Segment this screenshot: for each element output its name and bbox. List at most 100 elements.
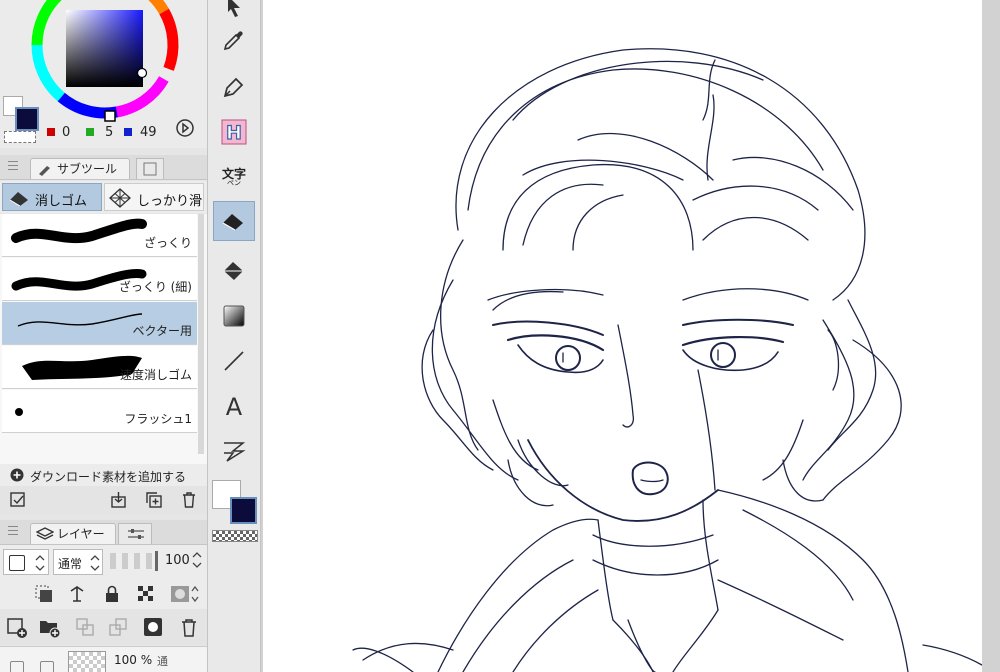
- balloon-icon: [224, 442, 246, 462]
- decoration-icon: H: [221, 119, 247, 145]
- layer-thumbnail: [68, 651, 106, 672]
- text-pen-icon: 文字 ペン: [222, 168, 246, 187]
- tab-layer-property[interactable]: [118, 523, 152, 544]
- tab-layer[interactable]: レイヤー: [30, 523, 116, 544]
- transfer-layer-icon[interactable]: [108, 617, 130, 639]
- text-pen-sublabel: ペン: [226, 178, 241, 187]
- mask-icon[interactable]: [170, 584, 200, 604]
- add-circle-icon: [10, 468, 24, 482]
- text-a-icon: A: [226, 393, 243, 419]
- layer-type-icon: [9, 555, 25, 571]
- chevron-updown-icon: [90, 555, 100, 571]
- eraser-icon: [222, 214, 243, 231]
- brush-label: ざっくり: [143, 236, 192, 250]
- tool-eyedropper[interactable]: [213, 20, 255, 60]
- brush-label: フラッシュ1: [124, 412, 192, 426]
- tool-text[interactable]: A: [213, 386, 255, 426]
- left-panel: 0 5 49 サブツール 消しゴム しっかり滑 ざっくり ざっくり (細) ベク…: [0, 0, 208, 672]
- line-icon: [224, 351, 244, 371]
- subtool-settings-icon[interactable]: [9, 491, 27, 509]
- layer-type-select[interactable]: [3, 549, 49, 575]
- pen-icon: [223, 77, 244, 98]
- text-pen-label: 文字: [221, 166, 246, 181]
- tool-text-pen[interactable]: 文字 ペン: [213, 157, 255, 197]
- lock-transparency-icon[interactable]: [137, 585, 155, 603]
- lock-icon[interactable]: [103, 585, 121, 603]
- eyedropper-icon: [223, 31, 243, 51]
- blue-indicator: [124, 128, 132, 136]
- brush-icon: [39, 166, 50, 176]
- toolbar-transparent-color[interactable]: [212, 530, 258, 542]
- layer-mode-label: 通: [157, 655, 168, 668]
- eraser-icon: [9, 192, 28, 206]
- tool-eraser[interactable]: [213, 201, 255, 241]
- tool-fill[interactable]: [213, 251, 255, 291]
- tool-gradient[interactable]: [213, 296, 255, 336]
- import-icon[interactable]: [110, 491, 128, 509]
- layer-opacity-label: 100 %: [114, 653, 153, 667]
- crosshatch-icon: [109, 188, 131, 208]
- tab-subtool-detail[interactable]: [136, 158, 164, 179]
- reference-layer-icon[interactable]: [68, 585, 86, 603]
- tab-subtool[interactable]: サブツール: [30, 158, 130, 179]
- chevron-updown-icon: [35, 555, 45, 571]
- layer-visibility-toggle[interactable]: [10, 661, 24, 672]
- panel-grip-icon[interactable]: [8, 161, 18, 170]
- blend-mode-label: 通常: [58, 557, 83, 571]
- tool-palette: H 文字 ペン A: [208, 0, 261, 672]
- add-download-label: ダウンロード素材を追加する: [30, 470, 187, 484]
- new-raster-layer-icon[interactable]: [6, 617, 28, 639]
- delete-layer-icon[interactable]: [179, 617, 199, 639]
- panel-grip-icon[interactable]: [8, 526, 18, 535]
- fill-bucket-icon: [224, 262, 243, 280]
- add-download-row[interactable]: ダウンロード素材を追加する: [0, 464, 207, 486]
- blend-mode-select[interactable]: 通常: [53, 549, 103, 575]
- tool-figure[interactable]: [213, 341, 255, 381]
- layer-lock-toggle[interactable]: [40, 661, 54, 672]
- merge-down-icon[interactable]: [75, 617, 97, 639]
- svg-text:H: H: [226, 122, 242, 144]
- clip-icon[interactable]: [35, 585, 53, 603]
- main-color-swatch[interactable]: [15, 107, 39, 131]
- duplicate-icon[interactable]: [145, 491, 163, 509]
- new-folder-icon[interactable]: [39, 617, 61, 639]
- subtool-group-bar: 消しゴム しっかり滑: [0, 181, 207, 213]
- layer-lock-row: [0, 579, 207, 609]
- subtool-footer: [0, 486, 207, 514]
- layer-row[interactable]: 100 % 通: [0, 646, 207, 672]
- move-icon: [228, 0, 240, 17]
- brush-item-rough[interactable]: ざっくり: [2, 214, 197, 257]
- brush-item-flash[interactable]: フラッシュ1: [2, 390, 197, 433]
- group-firm-label: しっかり滑: [137, 194, 203, 209]
- drawing-canvas[interactable]: [263, 0, 982, 672]
- layer-controls-row: 通常 100: [0, 545, 207, 579]
- brush-item-rough-thin[interactable]: ざっくり (細): [2, 258, 197, 301]
- tab-subtool-label: サブツール: [57, 162, 118, 176]
- red-value: 0: [62, 125, 71, 140]
- layers-icon: [36, 527, 54, 540]
- tool-decoration[interactable]: H: [213, 112, 255, 152]
- brush-item-vector[interactable]: ベクター用: [2, 302, 197, 345]
- opacity-slider-handle[interactable]: [155, 551, 158, 571]
- brush-list-scrollbar[interactable]: [198, 214, 204, 454]
- opacity-stepper-icon[interactable]: [192, 551, 202, 569]
- opacity-value: 100: [165, 553, 190, 568]
- trash-icon[interactable]: [180, 491, 198, 509]
- gradient-icon: [223, 305, 245, 327]
- brush-item-speed-eraser[interactable]: 速度消しゴム: [2, 346, 197, 389]
- tool-pen[interactable]: [213, 67, 255, 107]
- canvas-sketch: [352, 48, 982, 672]
- toolbar-main-color[interactable]: [230, 497, 257, 524]
- layer-mask-icon[interactable]: [143, 617, 165, 639]
- opacity-slider[interactable]: [110, 551, 158, 571]
- transparent-color-swatch[interactable]: [4, 131, 36, 143]
- red-indicator: [47, 128, 55, 136]
- blue-value: 49: [140, 125, 157, 140]
- group-firm[interactable]: しっかり滑: [104, 183, 204, 211]
- color-wheel-panel: 0 5 49: [0, 0, 207, 148]
- green-indicator: [86, 128, 94, 136]
- group-eraser[interactable]: 消しゴム: [2, 183, 102, 211]
- color-mode-icon[interactable]: [175, 118, 195, 138]
- tool-balloon[interactable]: [213, 431, 255, 471]
- layer-tabbar: レイヤー: [0, 520, 207, 545]
